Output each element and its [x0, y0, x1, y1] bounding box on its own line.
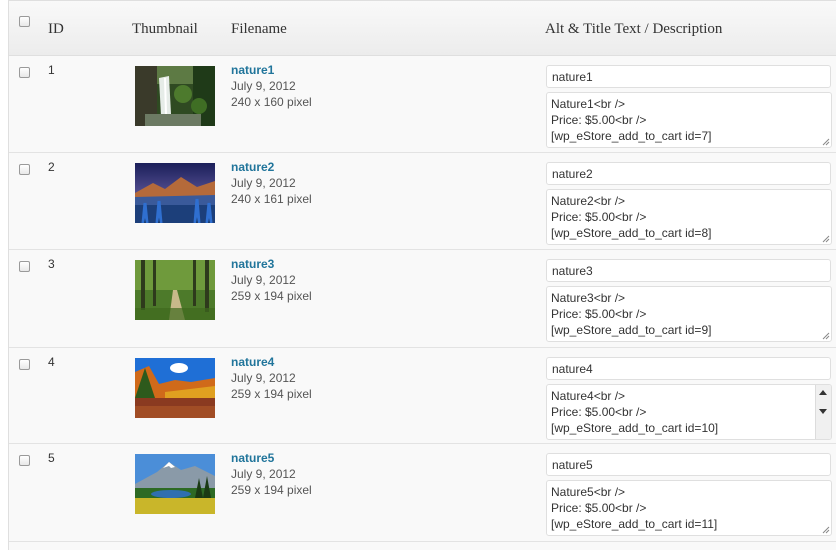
row-id: 4 [48, 355, 55, 369]
table-row: 3 nature3 July 9, 2012 259 x 194 pixel N… [9, 250, 836, 348]
row-checkbox[interactable] [19, 455, 30, 466]
alt-text-input[interactable] [546, 259, 831, 282]
description-textarea[interactable]: Nature1<br /> Price: $5.00<br /> [wp_eSt… [546, 92, 832, 148]
description-textarea[interactable]: Nature3<br /> Price: $5.00<br /> [wp_eSt… [546, 286, 832, 342]
scroll-up-icon[interactable] [819, 390, 827, 395]
table-header: ID Thumbnail Filename Alt & Title Text /… [9, 1, 836, 56]
table-row: 5 nature5 July 9, 2012 259 x 194 pixel N… [9, 444, 836, 542]
image-dimensions: 259 x 194 pixel [231, 483, 312, 497]
textarea-scrollbar[interactable] [815, 385, 831, 439]
image-dimensions: 259 x 194 pixel [231, 387, 312, 401]
row-id: 2 [48, 160, 55, 174]
filename-link[interactable]: nature5 [231, 451, 274, 465]
row-id: 5 [48, 451, 55, 465]
alt-text-input[interactable] [546, 162, 831, 185]
table-row: 2 nature2 July 9, 2012 240 x 161 pixel N… [9, 153, 836, 250]
resize-grip-icon[interactable] [822, 332, 830, 340]
alt-text-input[interactable] [546, 357, 831, 380]
row-checkbox[interactable] [19, 67, 30, 78]
snowy-mountain-thumbnail[interactable] [135, 454, 215, 514]
waterfall-thumbnail[interactable] [135, 66, 215, 126]
upload-date: July 9, 2012 [231, 467, 296, 481]
column-header-filename[interactable]: Filename [231, 21, 287, 38]
column-header-thumbnail: Thumbnail [132, 21, 198, 37]
filename-link[interactable]: nature2 [231, 160, 274, 174]
upload-date: July 9, 2012 [231, 273, 296, 287]
autumn-lake-thumbnail[interactable] [135, 358, 215, 418]
column-header-id[interactable]: ID [48, 21, 64, 38]
description-textarea[interactable]: Nature2<br /> Price: $5.00<br /> [wp_eSt… [546, 189, 832, 245]
media-table: ID Thumbnail Filename Alt & Title Text /… [8, 0, 836, 550]
row-checkbox[interactable] [19, 164, 30, 175]
row-id: 3 [48, 257, 55, 271]
description-textarea[interactable]: Nature4<br /> Price: $5.00<br /> [wp_eSt… [546, 384, 832, 440]
upload-date: July 9, 2012 [231, 371, 296, 385]
filename-link[interactable]: nature1 [231, 63, 274, 77]
image-dimensions: 240 x 160 pixel [231, 95, 312, 109]
image-dimensions: 259 x 194 pixel [231, 289, 312, 303]
column-header-alt-description: Alt & Title Text / Description [545, 21, 723, 37]
alt-text-input[interactable] [546, 453, 831, 476]
alt-text-input[interactable] [546, 65, 831, 88]
resize-grip-icon[interactable] [822, 235, 830, 243]
table-row: 1 nature1 July 9, 2012 240 x 160 pixel N… [9, 56, 836, 153]
upload-date: July 9, 2012 [231, 176, 296, 190]
row-id: 1 [48, 63, 55, 77]
description-textarea[interactable]: Nature5<br /> Price: $5.00<br /> [wp_eSt… [546, 480, 832, 536]
image-dimensions: 240 x 161 pixel [231, 192, 312, 206]
upload-date: July 9, 2012 [231, 79, 296, 93]
resize-grip-icon[interactable] [822, 138, 830, 146]
row-checkbox[interactable] [19, 359, 30, 370]
mountain-lake-thumbnail[interactable] [135, 163, 215, 223]
select-all-checkbox[interactable] [19, 16, 30, 27]
resize-grip-icon[interactable] [822, 526, 830, 534]
filename-link[interactable]: nature4 [231, 355, 274, 369]
scroll-down-icon[interactable] [819, 409, 827, 414]
filename-link[interactable]: nature3 [231, 257, 274, 271]
table-row: 4 nature4 July 9, 2012 259 x 194 pixel N… [9, 348, 836, 444]
row-checkbox[interactable] [19, 261, 30, 272]
forest-path-thumbnail[interactable] [135, 260, 215, 320]
